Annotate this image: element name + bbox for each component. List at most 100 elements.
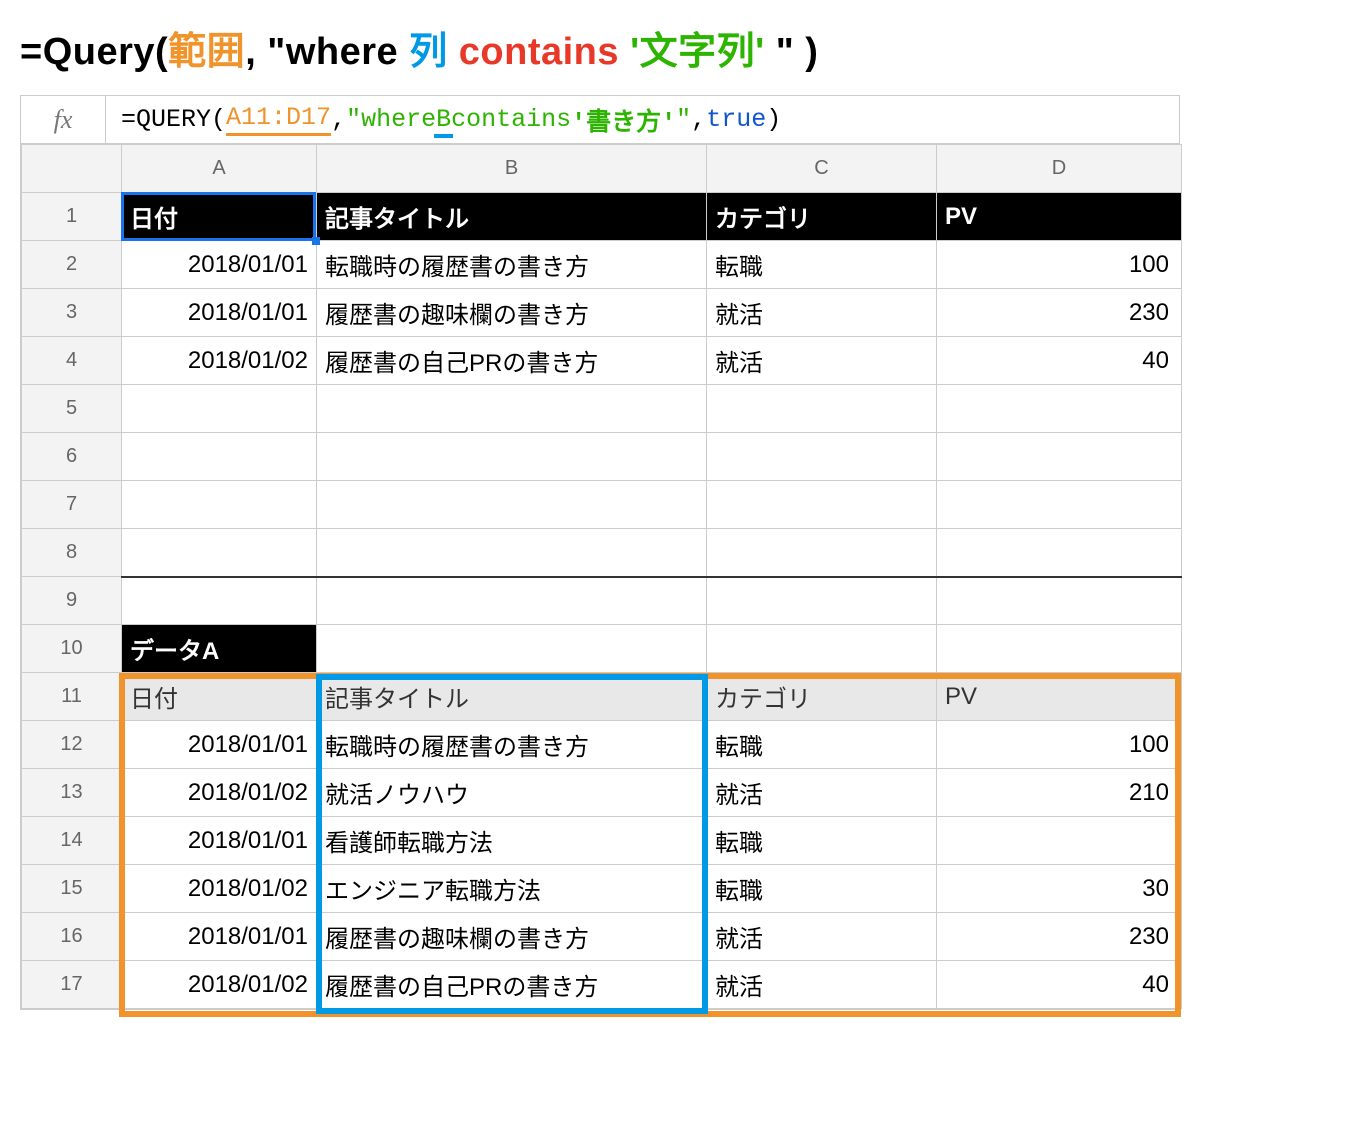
- cell[interactable]: 転職: [707, 865, 937, 913]
- cell[interactable]: 2018/01/02: [122, 337, 317, 385]
- formula-end: ): [766, 105, 781, 134]
- cell[interactable]: 2018/01/02: [122, 865, 317, 913]
- cell[interactable]: [122, 577, 317, 625]
- row-header[interactable]: 9: [22, 577, 122, 625]
- row-header[interactable]: 3: [22, 289, 122, 337]
- row-header[interactable]: 17: [22, 961, 122, 1009]
- cell[interactable]: [707, 433, 937, 481]
- cell[interactable]: 看護師転職方法: [317, 817, 707, 865]
- cell[interactable]: 日付: [122, 673, 317, 721]
- formula-input[interactable]: =QUERY(A11:D17,"where B contains '書き方'",…: [106, 96, 1179, 143]
- cell[interactable]: [122, 529, 317, 577]
- cell[interactable]: カテゴリ: [707, 193, 937, 241]
- cell[interactable]: [937, 625, 1182, 673]
- cell[interactable]: 転職: [707, 817, 937, 865]
- title-range: 範囲: [168, 31, 245, 73]
- row-header[interactable]: 10: [22, 625, 122, 673]
- cell[interactable]: 2018/01/01: [122, 289, 317, 337]
- cell[interactable]: 100: [937, 721, 1182, 769]
- cell[interactable]: 2018/01/01: [122, 721, 317, 769]
- cell[interactable]: 日付: [122, 193, 317, 241]
- cell[interactable]: 2018/01/02: [122, 961, 317, 1009]
- cell[interactable]: エンジニア転職方法: [317, 865, 707, 913]
- cell[interactable]: 100: [937, 241, 1182, 289]
- fx-icon[interactable]: fx: [21, 96, 106, 143]
- cell[interactable]: 2018/01/01: [122, 241, 317, 289]
- cell[interactable]: 転職: [707, 241, 937, 289]
- cell[interactable]: [937, 385, 1182, 433]
- cell[interactable]: 転職: [707, 721, 937, 769]
- col-header-c[interactable]: C: [707, 145, 937, 193]
- row-header[interactable]: 8: [22, 529, 122, 577]
- row-header[interactable]: 14: [22, 817, 122, 865]
- cell[interactable]: [317, 481, 707, 529]
- cell[interactable]: データA: [122, 625, 317, 673]
- title-strlit: '文字列': [630, 31, 765, 73]
- cell[interactable]: [707, 625, 937, 673]
- row-header[interactable]: 5: [22, 385, 122, 433]
- cell[interactable]: 就活: [707, 961, 937, 1009]
- cell[interactable]: 2018/01/02: [122, 769, 317, 817]
- row-header[interactable]: 1: [22, 193, 122, 241]
- cell[interactable]: 230: [937, 913, 1182, 961]
- row-header[interactable]: 11: [22, 673, 122, 721]
- cell[interactable]: 就活: [707, 337, 937, 385]
- cell[interactable]: 記事タイトル: [317, 193, 707, 241]
- col-header-b[interactable]: B: [317, 145, 707, 193]
- formula-comma1: ,: [331, 105, 346, 134]
- col-header-a[interactable]: A: [122, 145, 317, 193]
- cell[interactable]: 履歴書の自己PRの書き方: [317, 961, 707, 1009]
- cell[interactable]: [122, 481, 317, 529]
- cell[interactable]: 210: [937, 769, 1182, 817]
- cell[interactable]: [937, 433, 1182, 481]
- cell[interactable]: [937, 817, 1182, 865]
- cell[interactable]: [317, 625, 707, 673]
- cell[interactable]: [707, 529, 937, 577]
- cell[interactable]: PV: [937, 673, 1182, 721]
- cell[interactable]: [122, 433, 317, 481]
- cell[interactable]: 就活: [707, 769, 937, 817]
- row-header[interactable]: 16: [22, 913, 122, 961]
- cell[interactable]: [937, 481, 1182, 529]
- cell[interactable]: [317, 577, 707, 625]
- cell[interactable]: カテゴリ: [707, 673, 937, 721]
- cell[interactable]: 就活: [707, 913, 937, 961]
- cell[interactable]: 2018/01/01: [122, 817, 317, 865]
- cell[interactable]: 転職時の履歴書の書き方: [317, 721, 707, 769]
- cell[interactable]: PV: [937, 193, 1182, 241]
- cell[interactable]: 記事タイトル: [317, 673, 707, 721]
- cell[interactable]: 転職時の履歴書の書き方: [317, 241, 707, 289]
- row-header[interactable]: 15: [22, 865, 122, 913]
- cell[interactable]: 就活: [707, 289, 937, 337]
- cell[interactable]: 30: [937, 865, 1182, 913]
- cell[interactable]: 履歴書の趣味欄の書き方: [317, 289, 707, 337]
- formula-where: "where: [346, 105, 436, 134]
- cell[interactable]: 履歴書の趣味欄の書き方: [317, 913, 707, 961]
- cell[interactable]: 就活ノウハウ: [317, 769, 707, 817]
- cell[interactable]: 40: [937, 337, 1182, 385]
- cell[interactable]: [707, 385, 937, 433]
- cell[interactable]: 40: [937, 961, 1182, 1009]
- row-header[interactable]: 7: [22, 481, 122, 529]
- cell[interactable]: [317, 433, 707, 481]
- cell[interactable]: [937, 529, 1182, 577]
- row-header[interactable]: 13: [22, 769, 122, 817]
- cell[interactable]: [122, 385, 317, 433]
- row-header[interactable]: 2: [22, 241, 122, 289]
- cell[interactable]: 230: [937, 289, 1182, 337]
- cell[interactable]: 履歴書の自己PRの書き方: [317, 337, 707, 385]
- cell[interactable]: [937, 577, 1182, 625]
- col-header-d[interactable]: D: [937, 145, 1182, 193]
- cell[interactable]: 2018/01/01: [122, 913, 317, 961]
- cell[interactable]: [707, 577, 937, 625]
- corner-cell[interactable]: [22, 145, 122, 193]
- cell[interactable]: [317, 385, 707, 433]
- spreadsheet-grid[interactable]: A B C D 1 日付 記事タイトル カテゴリ PV 2 2018/01/01…: [21, 144, 1182, 1009]
- row-header[interactable]: 4: [22, 337, 122, 385]
- row-header[interactable]: 12: [22, 721, 122, 769]
- row-header[interactable]: 6: [22, 433, 122, 481]
- cell[interactable]: [707, 481, 937, 529]
- formula-bar: fx =QUERY(A11:D17,"where B contains '書き方…: [21, 96, 1179, 144]
- formula-start: =QUERY(: [121, 105, 226, 134]
- cell[interactable]: [317, 529, 707, 577]
